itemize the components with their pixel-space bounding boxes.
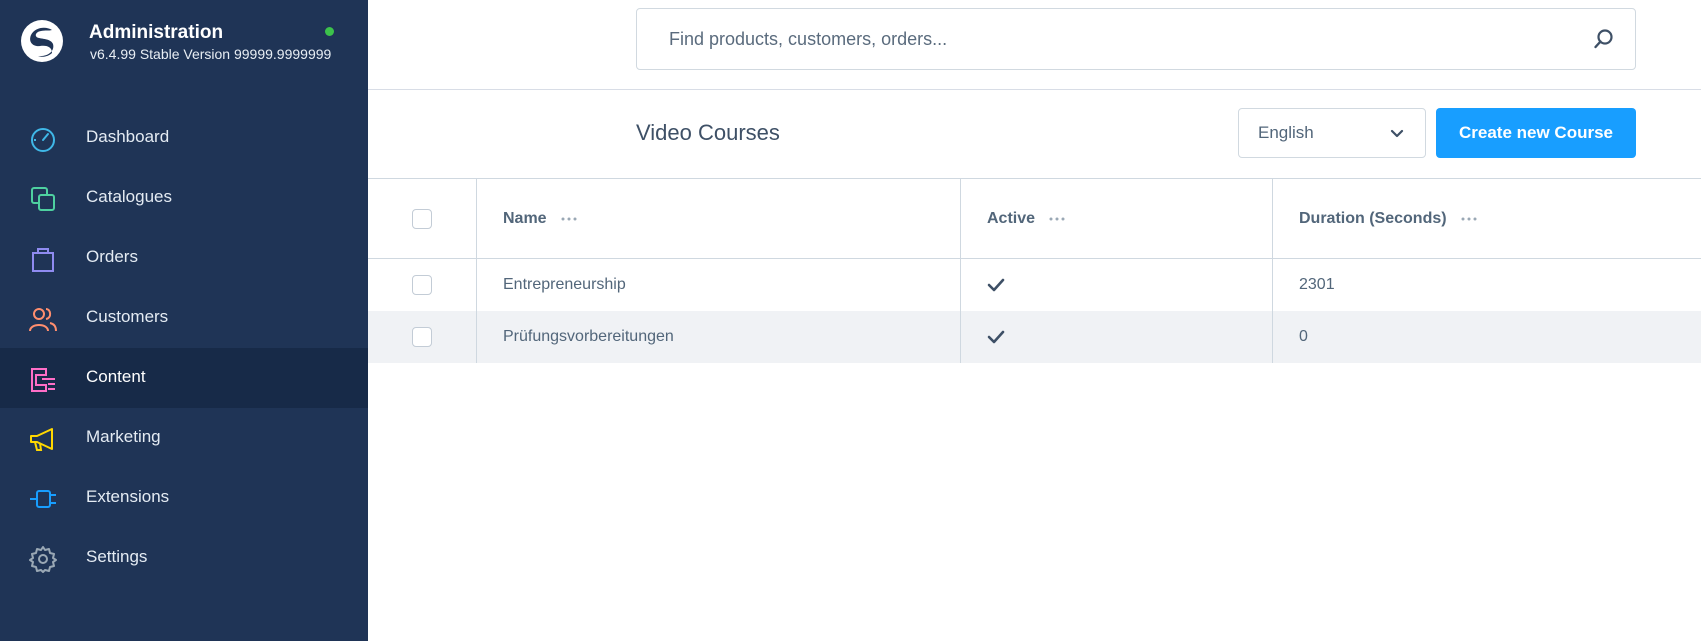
language-select[interactable]: English bbox=[1238, 108, 1426, 158]
checkmark-icon bbox=[987, 330, 1005, 344]
column-header-active[interactable]: Active bbox=[961, 179, 1273, 258]
row-select-cell bbox=[368, 259, 477, 311]
sidebar-item-catalogues[interactable]: Catalogues bbox=[0, 168, 368, 228]
sidebar-item-label: Extensions bbox=[86, 487, 170, 506]
sidebar-item-label: Orders bbox=[86, 247, 138, 266]
gear-icon bbox=[29, 546, 57, 573]
sidebar-item-settings[interactable]: Settings bbox=[0, 528, 368, 588]
sidebar-item-marketing[interactable]: Marketing bbox=[0, 408, 368, 468]
column-options-icon[interactable] bbox=[1461, 217, 1477, 221]
dashboard-gauge-icon bbox=[31, 128, 55, 152]
course-duration: 2301 bbox=[1299, 276, 1335, 293]
users-icon bbox=[29, 308, 57, 332]
column-header-name[interactable]: Name bbox=[477, 179, 961, 258]
status-indicator bbox=[325, 27, 334, 36]
duration-cell: 2301 bbox=[1273, 259, 1701, 311]
sidebar-item-label: Marketing bbox=[86, 427, 161, 446]
active-cell bbox=[961, 259, 1273, 311]
sidebar-item-extensions[interactable]: Extensions bbox=[0, 468, 368, 528]
brand-header: Administration v6.4.99 Stable Version 99… bbox=[0, 0, 368, 92]
sidebar-item-label: Content bbox=[86, 367, 146, 386]
courses-table: Name Active Duration (Seconds) Entrepren… bbox=[368, 178, 1701, 363]
course-name[interactable]: Entrepreneurship bbox=[503, 276, 626, 294]
select-all-cell bbox=[368, 179, 477, 258]
column-header-label: Active bbox=[987, 209, 1036, 227]
main-navigation: Dashboard Catalogues Orders Customers Co… bbox=[0, 108, 368, 588]
name-cell: Entrepreneurship bbox=[477, 259, 961, 311]
page-title: Video Courses bbox=[636, 120, 780, 145]
column-options-icon[interactable] bbox=[561, 217, 577, 221]
course-name[interactable]: Prüfungsvorbereitungen bbox=[503, 328, 674, 346]
sidebar-item-dashboard[interactable]: Dashboard bbox=[0, 108, 368, 168]
active-cell bbox=[961, 311, 1273, 363]
table-row[interactable]: Prüfungsvorbereitungen 0 bbox=[368, 311, 1701, 363]
sidebar-item-customers[interactable]: Customers bbox=[0, 288, 368, 348]
row-checkbox[interactable] bbox=[412, 327, 432, 347]
column-header-label: Name bbox=[503, 209, 547, 227]
language-select-value: English bbox=[1258, 123, 1314, 142]
sidebar-item-label: Dashboard bbox=[86, 127, 170, 146]
sidebar-item-orders[interactable]: Orders bbox=[0, 228, 368, 288]
global-search bbox=[636, 8, 1636, 70]
duration-cell: 0 bbox=[1273, 311, 1701, 363]
table-row[interactable]: Entrepreneurship 2301 bbox=[368, 259, 1701, 311]
search-input[interactable] bbox=[637, 9, 1577, 69]
select-all-checkbox[interactable] bbox=[412, 208, 432, 229]
shopping-bag-icon bbox=[32, 248, 54, 272]
sidebar: Administration v6.4.99 Stable Version 99… bbox=[0, 0, 368, 641]
course-duration: 0 bbox=[1299, 328, 1308, 345]
column-header-duration[interactable]: Duration (Seconds) bbox=[1273, 179, 1701, 258]
table-header-row: Name Active Duration (Seconds) bbox=[368, 179, 1701, 259]
content-list-icon bbox=[31, 368, 55, 392]
top-bar bbox=[368, 0, 1701, 90]
checkmark-icon bbox=[987, 278, 1005, 292]
column-options-icon[interactable] bbox=[1049, 217, 1065, 221]
catalogue-icon bbox=[31, 187, 55, 211]
search-icon[interactable] bbox=[1593, 28, 1615, 50]
plug-icon bbox=[30, 490, 56, 508]
sidebar-item-label: Settings bbox=[86, 547, 148, 566]
app-title: Administration bbox=[89, 22, 224, 43]
column-header-label: Duration (Seconds) bbox=[1299, 209, 1447, 227]
row-checkbox[interactable] bbox=[412, 275, 432, 295]
chevron-down-icon bbox=[1390, 129, 1404, 138]
sidebar-item-content[interactable]: Content bbox=[0, 348, 368, 408]
page-header: Video Courses English Create new Course bbox=[368, 90, 1701, 178]
shopware-logo-icon[interactable] bbox=[21, 20, 63, 62]
app-version: v6.4.99 Stable Version 99999.9999999 bbox=[90, 46, 332, 62]
megaphone-icon bbox=[30, 428, 53, 451]
row-select-cell bbox=[368, 311, 477, 363]
create-course-button[interactable]: Create new Course bbox=[1436, 108, 1636, 158]
name-cell: Prüfungsvorbereitungen bbox=[477, 311, 961, 363]
sidebar-item-label: Customers bbox=[86, 307, 169, 326]
sidebar-item-label: Catalogues bbox=[86, 187, 173, 206]
